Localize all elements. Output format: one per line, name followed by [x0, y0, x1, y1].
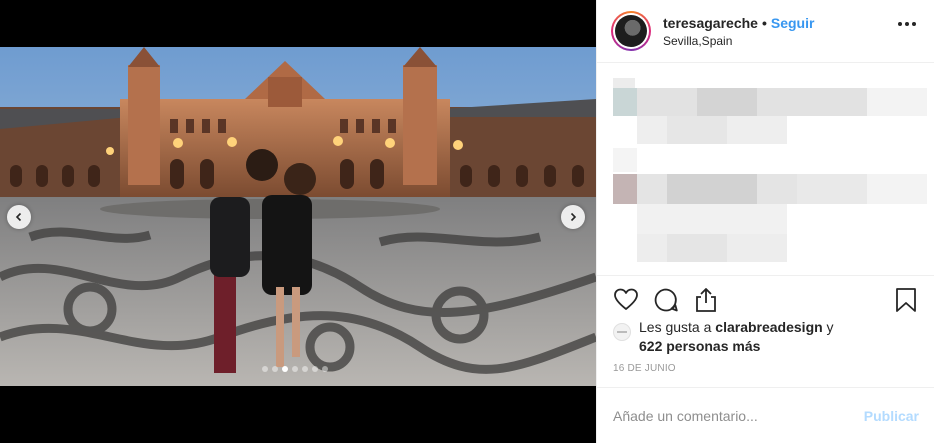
- carousel-dot: [322, 366, 328, 372]
- comments-area-obscured: [597, 64, 934, 274]
- likes-conjunction: y: [822, 319, 834, 335]
- carousel-dot: [282, 366, 288, 372]
- post-actions: [597, 275, 934, 324]
- carousel-dot: [262, 366, 268, 372]
- share-icon[interactable]: [693, 287, 719, 313]
- carousel-dot: [272, 366, 278, 372]
- carousel-next-button[interactable]: [561, 205, 585, 229]
- chevron-left-icon: [15, 212, 22, 222]
- post-modal: teresagareche • Seguir Sevilla,Spain Les…: [0, 0, 934, 443]
- follow-button[interactable]: Seguir: [771, 15, 815, 31]
- carousel-dot: [312, 366, 318, 372]
- bookmark-icon[interactable]: [893, 287, 919, 313]
- likes-prefix: Les gusta a: [639, 319, 716, 335]
- chevron-right-icon: [570, 212, 577, 222]
- publish-button[interactable]: Publicar: [864, 408, 919, 424]
- location-link[interactable]: Sevilla,Spain: [663, 34, 814, 48]
- liker-avatar[interactable]: [613, 323, 631, 341]
- comment-form: Publicar: [597, 387, 934, 443]
- separator-dot: •: [761, 14, 767, 31]
- liker-username-link[interactable]: clarabreadesign: [715, 319, 822, 335]
- post-photo: [0, 47, 596, 386]
- post-media: [0, 0, 596, 443]
- post-sidebar: teresagareche • Seguir Sevilla,Spain Les…: [596, 0, 934, 443]
- post-date: 16 DE JUNIO: [613, 363, 676, 374]
- carousel-dot: [292, 366, 298, 372]
- username-link[interactable]: teresagareche: [663, 15, 758, 31]
- likes-count-link[interactable]: 622 personas más: [639, 338, 760, 354]
- likes-summary: Les gusta a clarabreadesign y 622 person…: [613, 318, 834, 356]
- carousel-prev-button[interactable]: [7, 205, 31, 229]
- comment-bubble-icon[interactable]: [653, 287, 679, 313]
- heart-icon[interactable]: [613, 287, 639, 313]
- post-header: teresagareche • Seguir Sevilla,Spain: [597, 0, 934, 63]
- user-avatar[interactable]: [611, 11, 651, 51]
- more-options-icon[interactable]: [898, 22, 916, 26]
- carousel-dot: [302, 366, 308, 372]
- carousel-indicator: [262, 366, 328, 372]
- comment-input[interactable]: [613, 407, 864, 424]
